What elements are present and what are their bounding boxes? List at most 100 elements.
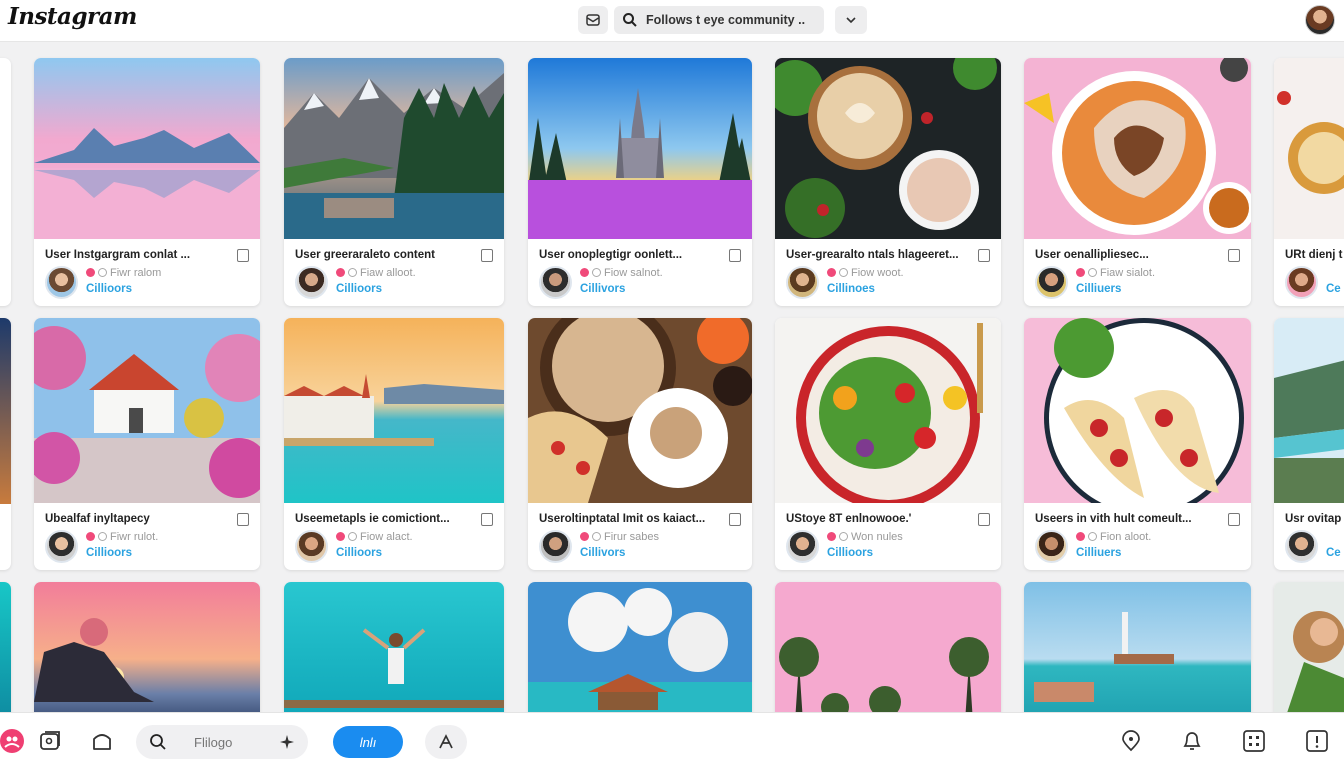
followers-link[interactable]: Ce (1326, 283, 1341, 295)
bookmark-icon[interactable] (978, 249, 990, 262)
search-icon (623, 13, 637, 27)
followers-link[interactable]: Cillioors (827, 547, 873, 559)
followers-link[interactable]: Ce (1326, 547, 1341, 559)
post-card[interactable] (1274, 582, 1344, 712)
bottom-search-field[interactable] (136, 725, 308, 759)
search-input[interactable] (194, 732, 274, 752)
post-card[interactable] (284, 582, 504, 712)
instagram-logo[interactable]: Instagram (8, 3, 137, 30)
bookmark-icon[interactable] (237, 249, 249, 262)
post-title: User onoplegtigr oonlett... (539, 249, 683, 261)
post-card[interactable]: Usr ovitap Ce (1274, 318, 1344, 570)
post-image (1274, 318, 1344, 503)
bookmark-icon[interactable] (237, 513, 249, 526)
bookmark-icon[interactable] (1228, 513, 1240, 526)
status-dot (86, 532, 95, 541)
bookmark-icon[interactable] (481, 513, 493, 526)
active-tab-button[interactable]: lnlı (333, 726, 403, 758)
post-title: User oenallipliesec... (1035, 249, 1149, 261)
partial-card[interactable] (0, 582, 11, 712)
post-subtitle-text: Won nules (851, 531, 903, 543)
avatar[interactable] (539, 266, 572, 299)
post-card[interactable]: Useers in vith hult comeult... Fion aloo… (1024, 318, 1251, 570)
post-card[interactable]: User Instgargram conlat ... Fiwr ralom C… (34, 58, 260, 306)
post-card[interactable]: UStoye 8T enlnowooe.' Won nules Cillioor… (775, 318, 1001, 570)
avatar[interactable] (1035, 266, 1068, 299)
search-icon (150, 734, 166, 750)
bookmark-icon[interactable] (729, 249, 741, 262)
top-search-field[interactable]: Follows t eye community .. (614, 6, 824, 34)
home-icon (93, 734, 111, 750)
followers-link[interactable]: Cillioors (86, 283, 132, 295)
followers-link[interactable]: Cillivors (580, 283, 625, 295)
followers-link[interactable]: Cillioors (86, 547, 132, 559)
ring-icon (839, 268, 848, 277)
post-subtitle-text: Fion aloot. (1100, 531, 1152, 543)
bookmark-icon[interactable] (1228, 249, 1240, 262)
post-card[interactable] (1024, 582, 1251, 712)
avatar[interactable] (1285, 530, 1318, 563)
bookmark-icon[interactable] (481, 249, 493, 262)
post-title: URt dienj t (1285, 249, 1343, 261)
share-button[interactable] (425, 725, 467, 759)
status-dot (336, 532, 345, 541)
post-image (1024, 318, 1251, 518)
post-title: Useemetapls ie comictiont... (295, 513, 450, 525)
bookmark-icon[interactable] (978, 513, 990, 526)
post-meta: Useroltinptatal Imit os kaiact... Firur … (528, 503, 752, 570)
followers-link[interactable]: Cillivors (580, 547, 625, 559)
avatar[interactable] (1285, 266, 1318, 299)
avatar[interactable] (45, 266, 78, 299)
notifications-button[interactable] (1180, 729, 1204, 753)
post-card[interactable] (528, 582, 752, 712)
post-subtitle-text: Fiaw alloot. (360, 267, 416, 279)
partial-card[interactable] (0, 318, 11, 570)
post-card[interactable]: User-grearalto ntals hlageeret... Fiow w… (775, 58, 1001, 306)
avatar[interactable] (786, 530, 819, 563)
bookmark-icon[interactable] (729, 513, 741, 526)
avatar[interactable] (1035, 530, 1068, 563)
post-subtitle-text: Fiwr ralom (110, 267, 162, 279)
followers-link[interactable]: Cillioors (336, 283, 382, 295)
home-button[interactable] (90, 729, 114, 753)
post-card[interactable]: URt dienj t Ce (1274, 58, 1344, 306)
followers-link[interactable]: Cilliuers (1076, 283, 1121, 295)
bell-icon (1183, 732, 1201, 750)
feed-grid: User Instgargram conlat ... Fiwr ralom C… (0, 42, 1344, 712)
avatar[interactable] (539, 530, 572, 563)
followers-link[interactable]: Cilliuers (1076, 547, 1121, 559)
location-button[interactable] (1119, 729, 1143, 753)
post-meta: Useemetapls ie comictiont... Fiow alact.… (284, 503, 504, 570)
avatar[interactable] (786, 266, 819, 299)
followers-link[interactable]: Cillinoes (827, 283, 875, 295)
post-card[interactable]: User onoplegtigr oonlett... Fiow salnot.… (528, 58, 752, 306)
avatar[interactable] (295, 530, 328, 563)
post-card[interactable]: Ubealfaf inyltapecy Fiwr rulot. Cillioor… (34, 318, 260, 570)
info-icon (1306, 730, 1328, 752)
send-icon (439, 734, 453, 749)
status-dot (827, 532, 836, 541)
post-subtitle-text: Fiow salnot. (604, 267, 663, 279)
avatar[interactable] (45, 530, 78, 563)
status-dot (1076, 532, 1085, 541)
profile-avatar[interactable] (1305, 5, 1335, 35)
qr-button[interactable] (1242, 729, 1266, 753)
post-card[interactable]: User greeraraleto content Fiaw alloot. C… (284, 58, 504, 306)
status-dot (580, 268, 589, 277)
avatar[interactable] (295, 266, 328, 299)
inbox-button[interactable] (578, 6, 608, 34)
post-card[interactable]: User oenallipliesec... Fiaw sialot. Cill… (1024, 58, 1251, 306)
profile-button[interactable] (0, 729, 24, 753)
post-title: User Instgargram conlat ... (45, 249, 191, 261)
followers-link[interactable]: Cillioors (336, 547, 382, 559)
post-card[interactable] (34, 582, 260, 712)
dropdown-button[interactable] (835, 6, 867, 34)
stories-button[interactable] (38, 729, 62, 753)
sparkle-icon[interactable] (279, 734, 295, 750)
post-card[interactable]: Useemetapls ie comictiont... Fiow alact.… (284, 318, 504, 570)
post-card[interactable]: Useroltinptatal Imit os kaiact... Firur … (528, 318, 752, 570)
post-meta: URt dienj t Ce (1274, 239, 1344, 306)
partial-card[interactable] (0, 58, 11, 306)
post-card[interactable] (775, 582, 1001, 712)
info-button[interactable] (1305, 729, 1329, 753)
